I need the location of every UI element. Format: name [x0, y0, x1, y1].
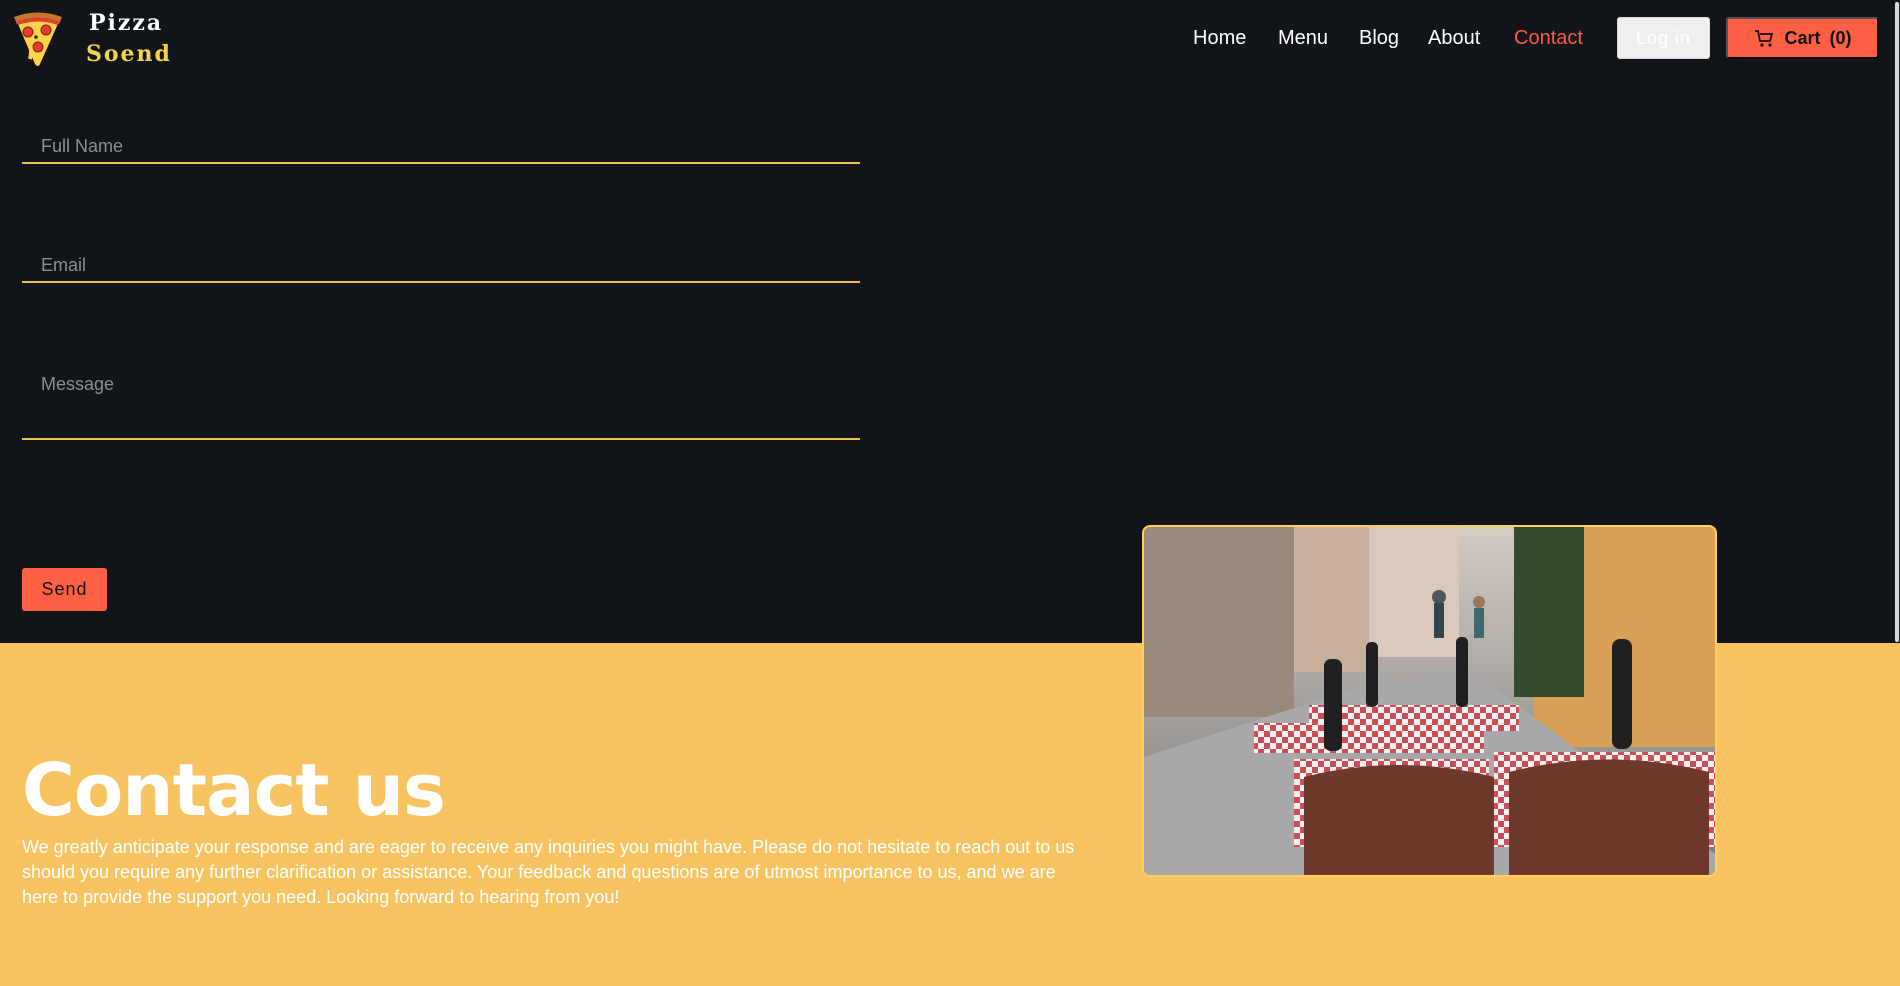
full-name-field[interactable]	[22, 110, 860, 164]
nav-home[interactable]: Home	[1193, 27, 1246, 50]
brand-line-1: Pizza	[89, 10, 164, 36]
contact-description: We greatly anticipate your response and …	[22, 837, 1075, 907]
cart-label: Cart	[1784, 27, 1821, 48]
message-input[interactable]	[41, 374, 811, 395]
nav-about[interactable]: About	[1428, 27, 1480, 50]
send-button[interactable]: Send	[22, 568, 107, 611]
email-input[interactable]	[41, 255, 811, 276]
contact-page: Pizza Soend Home Menu Blog About Contact…	[0, 0, 1900, 986]
cart-button[interactable]: Cart (0)	[1726, 17, 1879, 59]
scrollbar-thumb[interactable]	[1895, 2, 1899, 642]
nav-menu[interactable]: Menu	[1278, 27, 1328, 50]
pizza-icon	[14, 12, 62, 66]
nav-blog[interactable]: Blog	[1359, 27, 1399, 50]
shopping-cart-icon	[1755, 30, 1774, 47]
restaurant-street-photo	[1142, 525, 1717, 877]
email-field[interactable]	[22, 229, 860, 283]
message-field[interactable]	[22, 348, 860, 440]
brand-line-2: Soend	[86, 41, 172, 67]
contact-title: Contact us	[22, 748, 446, 832]
login-button[interactable]: Log in	[1617, 17, 1710, 59]
cart-count: (0)	[1829, 27, 1852, 48]
full-name-input[interactable]	[41, 136, 811, 157]
nav-contact[interactable]: Contact	[1514, 27, 1583, 50]
scrollbar-track[interactable]	[1894, 0, 1900, 643]
